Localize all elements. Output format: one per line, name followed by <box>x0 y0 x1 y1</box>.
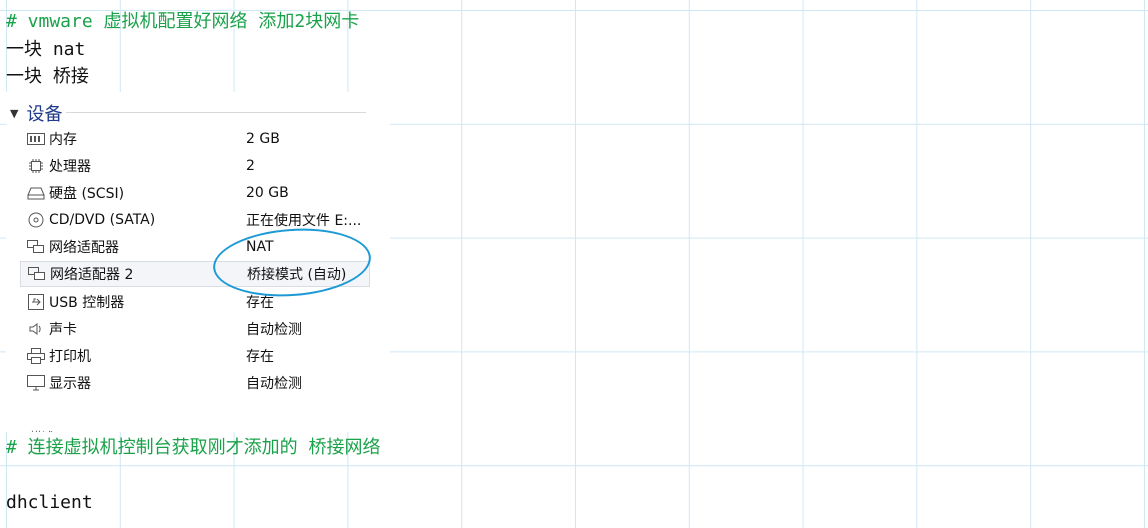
comment-line-1: # vmware 虚拟机配置好网络 添加2块网卡 <box>6 11 360 32</box>
device-value: 正在使用文件 E:... <box>246 213 362 229</box>
printer-icon <box>26 348 46 364</box>
devices-section-title: 设备 <box>26 104 63 125</box>
device-name: USB 控制器 <box>49 295 125 311</box>
network-adapter-icon <box>26 239 46 255</box>
device-name: 内存 <box>49 132 77 148</box>
device-name: 显示器 <box>49 376 91 392</box>
harddisk-icon <box>26 185 46 201</box>
device-name: 网络适配器 <box>49 240 119 256</box>
cd-dvd-icon <box>26 212 46 228</box>
device-name: CD/DVD (SATA) <box>49 212 156 228</box>
device-row-usb-controller[interactable]: USB 控制器 存在 <box>20 289 370 315</box>
comment-line-2: # 连接虚拟机控制台获取刚才添加的 桥接网络 <box>6 437 381 458</box>
sound-card-icon <box>26 321 46 337</box>
device-row-processor[interactable]: 处理器 2 <box>20 153 370 179</box>
device-value: 存在 <box>246 349 274 365</box>
device-value: 2 GB <box>246 131 280 147</box>
display-icon <box>26 375 46 391</box>
collapse-arrow-icon[interactable]: ▼ <box>10 107 18 120</box>
command-dhclient: dhclient <box>6 492 93 513</box>
usb-controller-icon <box>26 294 46 310</box>
device-value: 20 GB <box>246 185 289 201</box>
device-value: 自动检测 <box>246 322 302 338</box>
memory-icon <box>26 131 46 147</box>
device-value: 自动检测 <box>246 376 302 392</box>
device-row-sound-card[interactable]: 声卡 自动检测 <box>20 316 370 342</box>
device-value: 2 <box>246 158 255 174</box>
device-row-printer[interactable]: 打印机 存在 <box>20 343 370 369</box>
vm-settings-devices-panel: ▼ 设备 内存 2 GB 处理器 2 硬盘 (SCSI) 20 GB CD/DV… <box>6 92 390 432</box>
device-row-memory[interactable]: 内存 2 GB <box>20 126 370 152</box>
text-line-nat: 一块 nat <box>6 39 86 60</box>
device-name: 硬盘 (SCSI) <box>49 186 125 202</box>
device-row-harddisk[interactable]: 硬盘 (SCSI) 20 GB <box>20 180 370 206</box>
devices-section-header[interactable]: ▼ 设备 <box>10 100 62 126</box>
device-name: 声卡 <box>49 322 77 338</box>
text-line-bridge: 一块 桥接 <box>6 66 89 87</box>
network-adapter-icon <box>27 266 47 282</box>
cpu-icon <box>26 158 46 174</box>
description-label-partial: 描述 <box>30 428 54 432</box>
device-name: 打印机 <box>49 349 91 365</box>
device-row-display[interactable]: 显示器 自动检测 <box>20 370 370 396</box>
section-divider <box>66 112 366 113</box>
device-name: 处理器 <box>49 159 91 175</box>
